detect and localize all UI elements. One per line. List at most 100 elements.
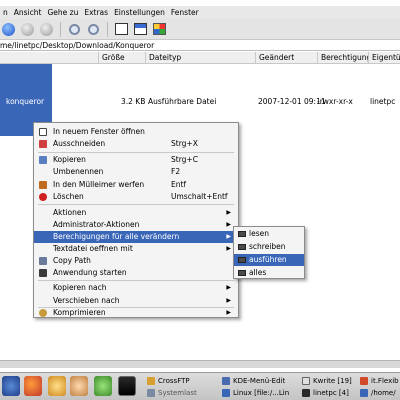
file-permissions: -rwxr-xr-x [317,97,353,106]
task-crossftp[interactable]: CrossFTP [145,375,220,387]
menu-item-change-permissions[interactable]: Berechigungen für alle verändern ▶ [34,231,238,243]
menu-item-admin-actions[interactable]: Administrator-Aktionen ▶ [34,219,238,231]
taskbar: CrossFTP Systemlast KDE-Menü-Edit Linux … [0,372,400,400]
toolbar [0,19,400,40]
archive-icon [39,309,47,317]
stop-icon [21,22,34,36]
reload-icon [40,22,53,36]
menu-item-compress[interactable]: Komprimieren ▶ [34,307,238,319]
terminal-icon [238,270,246,276]
copy-path-icon [39,257,47,265]
menu-item-move-to[interactable]: Verschieben nach ▶ [34,295,238,307]
column-owner[interactable]: Eigentü [368,52,400,64]
permissions-submenu: lesen schreiben ausführen alles [233,226,305,279]
column-size[interactable]: Größe [98,52,145,64]
location-bar[interactable]: me/linetpc/Desktop/Download/Konqueror [0,40,400,51]
tree-view-icon [153,23,166,35]
menu-item-copy-path[interactable]: Copy Path [34,255,238,267]
menu-item-rename[interactable]: Umbenennen F2 [34,166,238,178]
menu-gehe-zu[interactable]: Gehe zu [44,8,81,17]
submenu-item-all[interactable]: alles [234,267,304,279]
submenu-arrow-icon: ▶ [226,245,231,252]
task-konqueror-linux[interactable]: Linux [file:/...Lin [220,387,300,399]
column-permissions[interactable]: Berechtigungen [317,52,368,64]
trash-icon [39,181,47,189]
column-type[interactable]: Dateityp [145,52,255,64]
window-icon [115,23,128,35]
kde-menu-icon[interactable] [2,376,20,396]
scissors-icon [39,140,47,148]
terminal-icon [238,257,246,263]
submenu-arrow-icon: ▶ [226,209,231,216]
zoom-out-button[interactable] [85,21,102,38]
task-kwrite[interactable]: Kwrite [19] [300,375,358,387]
delete-icon [39,193,47,201]
konqueror-icon [222,389,230,397]
menubar: n Ansicht Gehe zu Extras Einstellungen F… [0,6,400,19]
menu-datei[interactable]: n [0,8,11,17]
menu-item-open-new-window[interactable]: In neuem Fenster öffnen [34,126,238,138]
menu-separator [38,152,234,153]
menu-extras[interactable]: Extras [81,8,111,17]
terminal-icon [238,231,246,237]
status-bar [0,360,400,368]
menu-separator [38,280,234,281]
zoom-in-icon [69,23,80,35]
submenu-item-write[interactable]: schreiben [234,241,304,253]
menu-item-cut[interactable]: Ausschneiden Strg+X [34,138,238,150]
stop-button[interactable] [19,21,36,38]
view-icons-button[interactable] [113,21,130,38]
terminal-icon [238,244,246,250]
menu-item-run-application[interactable]: Anwendung starten [34,267,238,279]
file-size: 3.2 KB [121,97,146,106]
reload-button[interactable] [38,21,55,38]
menu-separator [38,204,234,205]
peas-icon[interactable] [94,376,112,396]
menu-einstellungen[interactable]: Einstellungen [111,8,168,17]
submenu-arrow-icon: ▶ [226,284,231,291]
terminal-icon [302,389,310,397]
task-flexible[interactable]: it.Flexib [358,375,400,387]
menu-item-open-text-with[interactable]: Textdatei oeffnen mit ▶ [34,243,238,255]
menu-item-copy-to[interactable]: Kopieren nach ▶ [34,282,238,294]
view-tree-button[interactable] [151,21,168,38]
task-home[interactable]: /home/ [358,387,400,399]
task-linetpc[interactable]: linetpc [4] [300,387,358,399]
copy-icon [39,156,47,164]
menu-ansicht[interactable]: Ansicht [11,8,45,17]
crossftp-icon [147,377,155,385]
app-icon [360,377,368,385]
submenu-arrow-icon: ▶ [226,309,231,316]
terminal-icon [39,269,47,277]
submenu-arrow-icon: ▶ [226,297,231,304]
column-modified[interactable]: Geändert [255,52,317,64]
folder-icon [360,389,368,397]
firefox-icon[interactable] [24,376,42,396]
task-kde-menu-editor[interactable]: KDE-Menü-Edit [220,375,300,387]
menu-item-trash[interactable]: In den Mülleimer werfen Entf [34,179,238,191]
forward-button[interactable] [0,21,17,38]
zoom-in-button[interactable] [66,21,83,38]
menu-item-actions[interactable]: Aktionen ▶ [34,207,238,219]
menu-item-delete[interactable]: Löschen Umschalt+Entf [34,191,238,203]
new-window-icon [39,128,47,136]
details-view-icon [134,23,147,35]
home-folder-icon[interactable] [70,376,88,396]
file-list-header: Größe Dateityp Geändert Berechtigungen E… [0,52,400,64]
view-details-button[interactable] [132,21,149,38]
file-modified: 2007-12-01 09:11 [258,97,326,106]
submenu-item-execute[interactable]: ausführen [234,254,304,266]
submenu-arrow-icon: ▶ [226,233,231,240]
zoom-out-icon [88,23,99,35]
user-icon[interactable] [48,376,66,396]
terminal-icon[interactable] [118,376,136,396]
kde-menu-editor-icon [222,377,230,385]
menu-item-copy[interactable]: Kopieren Strg+C [34,154,238,166]
context-menu: In neuem Fenster öffnen Ausschneiden Str… [33,122,239,318]
forward-icon [2,22,15,36]
menu-fenster[interactable]: Fenster [168,8,202,17]
submenu-arrow-icon: ▶ [226,221,231,228]
task-systemlast[interactable]: Systemlast [145,387,220,399]
submenu-item-read[interactable]: lesen [234,228,304,240]
file-owner: linetpc [370,97,396,106]
